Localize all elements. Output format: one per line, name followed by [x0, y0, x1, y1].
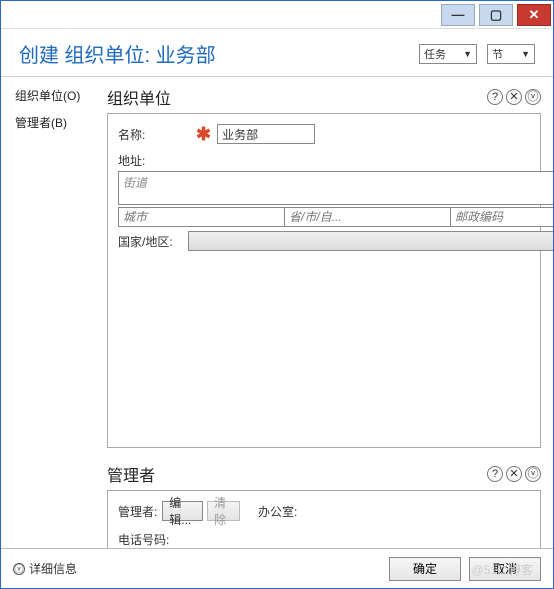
dialog-window: — ▢ ✕ 创建 组织单位: 业务部 任务 ▼ 节 ▼ 组织单位(O) 管理者(… — [0, 0, 554, 589]
cancel-button[interactable]: 取消 — [469, 557, 541, 581]
titlebar: — ▢ ✕ — [1, 1, 553, 29]
main-panel: 组织单位 ? ✕ ⓥ 名称: ✱ — [103, 77, 553, 548]
help-button[interactable]: ? — [487, 466, 503, 482]
section-collapse-button[interactable]: ⓥ — [525, 466, 541, 482]
office-label: 办公室: — [258, 503, 328, 520]
section-manager-title: 管理者 — [107, 462, 155, 486]
sidebar-item-ou[interactable]: 组织单位(O) — [15, 87, 103, 104]
country-select[interactable]: ▼ — [188, 231, 553, 251]
name-label: 名称: — [118, 126, 166, 143]
details-label: 详细信息 — [29, 560, 77, 577]
maximize-button[interactable]: ▢ — [479, 4, 513, 26]
sidebar: 组织单位(O) 管理者(B) — [1, 77, 103, 548]
sidebar-item-manager[interactable]: 管理者(B) — [15, 114, 103, 131]
section-manager: 管理者 ? ✕ ⓥ 管理者: 编辑... 清除 — [107, 460, 541, 548]
header: 创建 组织单位: 业务部 任务 ▼ 节 ▼ — [1, 29, 553, 77]
section-ou: 组织单位 ? ✕ ⓥ 名称: ✱ — [107, 83, 541, 448]
tasks-label: 任务 — [424, 46, 446, 62]
expand-icon: ⓥ — [13, 563, 25, 575]
state-input[interactable] — [284, 207, 451, 227]
ok-button[interactable]: 确定 — [389, 557, 461, 581]
section-close-button[interactable]: ✕ — [506, 89, 522, 105]
help-button[interactable]: ? — [487, 89, 503, 105]
city-input[interactable] — [118, 207, 285, 227]
footer: ⓥ 详细信息 确定 取消 — [1, 548, 553, 588]
details-expander[interactable]: ⓥ 详细信息 — [13, 560, 77, 577]
clear-manager-button[interactable]: 清除 — [207, 501, 240, 521]
section-close-button[interactable]: ✕ — [506, 466, 522, 482]
section-ou-title: 组织单位 — [107, 85, 171, 109]
tasks-dropdown[interactable]: 任务 ▼ — [419, 44, 477, 64]
section-collapse-button[interactable]: ⓥ — [525, 89, 541, 105]
required-icon: ✱ — [196, 125, 211, 143]
sections-label: 节 — [492, 46, 503, 62]
name-input[interactable] — [217, 124, 315, 144]
chevron-down-icon: ▼ — [463, 49, 472, 59]
page-title: 创建 组织单位: 业务部 — [19, 39, 216, 68]
zip-input[interactable] — [450, 207, 553, 227]
address-label: 地址: — [118, 152, 553, 169]
edit-manager-button[interactable]: 编辑... — [162, 501, 203, 521]
country-label: 国家/地区: — [118, 233, 188, 250]
close-window-button[interactable]: ✕ — [517, 4, 551, 26]
minimize-button[interactable]: — — [441, 4, 475, 26]
manager-label: 管理者: — [118, 503, 162, 520]
phone-label: 电话号码: — [118, 531, 188, 548]
street-input[interactable]: 街道 — [118, 171, 553, 205]
sections-dropdown[interactable]: 节 ▼ — [487, 44, 535, 64]
chevron-down-icon: ▼ — [521, 49, 530, 59]
